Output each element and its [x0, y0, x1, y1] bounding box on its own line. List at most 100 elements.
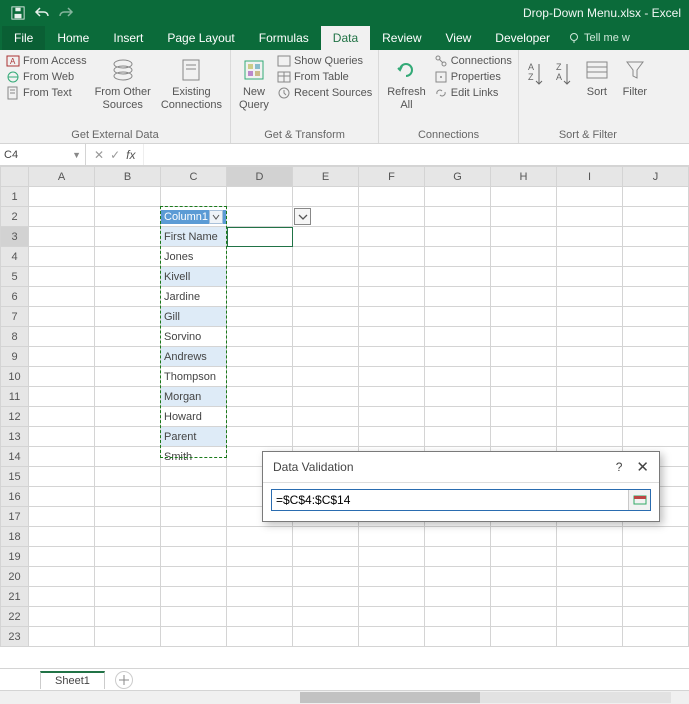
cell[interactable]: Jardine	[161, 287, 227, 307]
connections-button[interactable]: Connections	[434, 54, 512, 68]
cell[interactable]	[359, 547, 425, 567]
cell[interactable]	[29, 547, 95, 567]
cell[interactable]	[293, 347, 359, 367]
cell[interactable]	[293, 567, 359, 587]
tab-insert[interactable]: Insert	[101, 26, 155, 50]
cell[interactable]	[425, 427, 491, 447]
cell[interactable]	[623, 367, 689, 387]
cell[interactable]: Gill	[161, 307, 227, 327]
cell[interactable]	[623, 427, 689, 447]
cell[interactable]	[491, 187, 557, 207]
cell[interactable]	[161, 607, 227, 627]
cell[interactable]	[29, 587, 95, 607]
row-header[interactable]: 10	[1, 367, 29, 387]
fx-icon[interactable]: fx	[126, 148, 135, 162]
cell[interactable]	[95, 247, 161, 267]
cell[interactable]	[29, 607, 95, 627]
cell[interactable]	[359, 307, 425, 327]
cell[interactable]	[359, 387, 425, 407]
cell[interactable]	[95, 267, 161, 287]
cell[interactable]	[29, 427, 95, 447]
cell[interactable]	[623, 287, 689, 307]
cell[interactable]	[227, 227, 293, 247]
undo-icon[interactable]	[32, 3, 52, 23]
cell[interactable]	[29, 267, 95, 287]
dialog-titlebar[interactable]: Data Validation ? ✕	[263, 452, 659, 483]
cell[interactable]	[161, 487, 227, 507]
cell[interactable]	[29, 247, 95, 267]
from-web-button[interactable]: From Web	[6, 70, 87, 84]
cell[interactable]	[359, 567, 425, 587]
cell[interactable]	[95, 287, 161, 307]
cell[interactable]	[491, 327, 557, 347]
redo-icon[interactable]	[56, 3, 76, 23]
cell[interactable]	[623, 387, 689, 407]
from-text-button[interactable]: From Text	[6, 86, 87, 100]
cell[interactable]	[557, 187, 623, 207]
column-header[interactable]: D	[227, 167, 293, 187]
cell[interactable]	[425, 547, 491, 567]
cell[interactable]	[293, 387, 359, 407]
row-header[interactable]: 22	[1, 607, 29, 627]
cell[interactable]	[95, 547, 161, 567]
cell[interactable]	[557, 627, 623, 647]
data-validation-dialog[interactable]: Data Validation ? ✕	[262, 451, 660, 522]
cell[interactable]	[623, 267, 689, 287]
cell[interactable]	[29, 347, 95, 367]
cell[interactable]	[161, 587, 227, 607]
cell[interactable]	[623, 307, 689, 327]
name-box[interactable]: C4▼	[0, 144, 86, 165]
cell[interactable]	[29, 507, 95, 527]
row-header[interactable]: 2	[1, 207, 29, 227]
formula-input[interactable]	[144, 144, 689, 165]
cell[interactable]	[623, 547, 689, 567]
cell[interactable]: Parent	[161, 427, 227, 447]
cell[interactable]	[95, 347, 161, 367]
cell[interactable]	[95, 587, 161, 607]
sort-button[interactable]: Sort	[581, 54, 613, 127]
cell[interactable]	[623, 227, 689, 247]
cell[interactable]	[557, 387, 623, 407]
cell[interactable]	[425, 387, 491, 407]
save-icon[interactable]	[8, 3, 28, 23]
cell[interactable]	[359, 347, 425, 367]
cell[interactable]	[557, 287, 623, 307]
cell[interactable]	[293, 327, 359, 347]
cell[interactable]	[491, 207, 557, 227]
cell[interactable]	[95, 527, 161, 547]
cell[interactable]	[557, 527, 623, 547]
column-header[interactable]: E	[293, 167, 359, 187]
dropdown-arrow-button[interactable]	[294, 208, 311, 225]
cell[interactable]	[425, 207, 491, 227]
cell[interactable]	[29, 287, 95, 307]
cell[interactable]	[95, 427, 161, 447]
cell[interactable]	[29, 407, 95, 427]
cell[interactable]	[359, 267, 425, 287]
cell[interactable]	[227, 407, 293, 427]
cell[interactable]	[557, 607, 623, 627]
tab-developer[interactable]: Developer	[483, 26, 562, 50]
cell[interactable]	[227, 387, 293, 407]
row-header[interactable]: 7	[1, 307, 29, 327]
row-header[interactable]: 6	[1, 287, 29, 307]
close-button[interactable]: ✕	[636, 458, 649, 476]
cell[interactable]	[95, 627, 161, 647]
column-header[interactable]: A	[29, 167, 95, 187]
column-header[interactable]: J	[623, 167, 689, 187]
recent-sources-button[interactable]: Recent Sources	[277, 86, 372, 100]
cell[interactable]	[557, 327, 623, 347]
cell[interactable]	[95, 187, 161, 207]
cell[interactable]	[293, 307, 359, 327]
new-query-button[interactable]: New Query	[237, 54, 271, 127]
cell[interactable]	[557, 207, 623, 227]
cell[interactable]	[491, 547, 557, 567]
cell[interactable]	[161, 507, 227, 527]
cell[interactable]	[227, 327, 293, 347]
cell[interactable]	[29, 207, 95, 227]
cell[interactable]: Thompson	[161, 367, 227, 387]
cell[interactable]	[557, 247, 623, 267]
cell[interactable]	[29, 567, 95, 587]
cell[interactable]	[227, 607, 293, 627]
cell[interactable]	[623, 527, 689, 547]
row-header[interactable]: 11	[1, 387, 29, 407]
